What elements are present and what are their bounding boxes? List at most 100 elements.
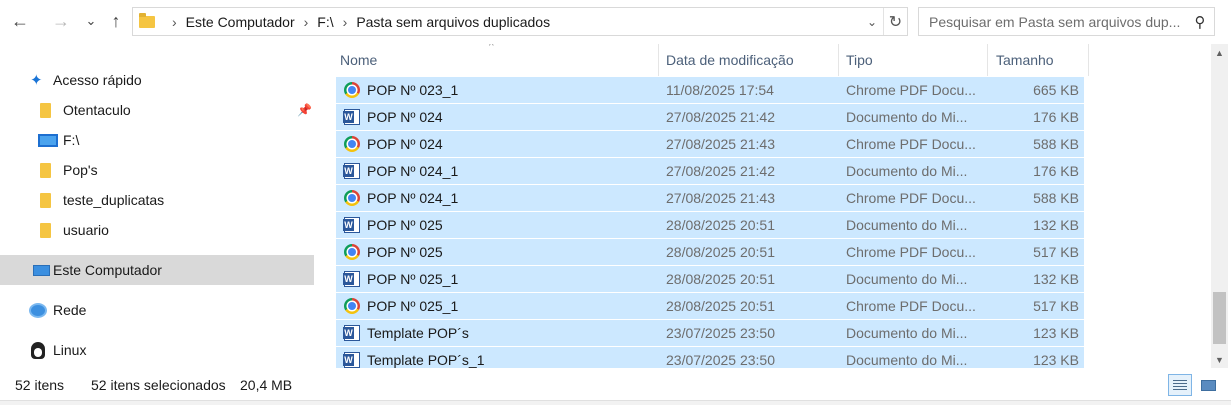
file-date: 28/08/2025 20:51	[666, 244, 775, 260]
column-header-date[interactable]: Data de modificação	[666, 44, 838, 76]
folder-icon	[40, 102, 51, 118]
file-size: 123 KB	[1033, 352, 1079, 368]
file-size: 132 KB	[1033, 271, 1079, 287]
file-row[interactable]: POP Nº 024_1 27/08/2025 21:42 Documento do…	[336, 157, 1084, 184]
large-icons-view-icon	[1200, 379, 1216, 391]
chrome-pdf-icon	[344, 244, 360, 260]
column-divider[interactable]	[1088, 44, 1089, 76]
sidebar-item-otentaculo[interactable]: Otentaculo 📌	[0, 95, 314, 125]
column-header-size[interactable]: Tamanho	[996, 44, 1088, 76]
sidebar-item-acesso-rapido[interactable]: ✦ Acesso rápido	[0, 65, 314, 95]
details-view-button[interactable]	[1168, 374, 1192, 396]
sidebar-item-rede[interactable]: Rede	[0, 295, 314, 325]
large-icons-view-button[interactable]	[1196, 374, 1220, 396]
file-row[interactable]: POP Nº 023_1 11/08/2025 17:54 Chrome PDF D…	[336, 76, 1084, 103]
file-name: POP Nº 025	[367, 217, 443, 233]
file-row[interactable]: POP Nº 025_1 28/08/2025 20:51 Documento do…	[336, 265, 1084, 292]
navigation-pane: ✦ Acesso rápido Otentaculo 📌 F:\ Pop's t…	[0, 44, 314, 368]
file-row[interactable]: POP Nº 025 28/08/2025 20:51 Documento do M…	[336, 211, 1084, 238]
word-doc-icon	[343, 352, 360, 368]
drive-icon	[38, 133, 58, 147]
sidebar-item-label: Rede	[53, 302, 87, 318]
sidebar-item-label: Acesso rápido	[53, 72, 142, 88]
sidebar-item-drive-f[interactable]: F:\	[0, 125, 314, 155]
column-header-type[interactable]: Tipo	[846, 44, 987, 76]
up-arrow-icon[interactable]: ↑	[105, 10, 127, 32]
search-icon[interactable]: ⚲	[1186, 13, 1214, 31]
column-divider[interactable]	[838, 44, 839, 76]
file-date: 11/08/2025 17:54	[666, 82, 774, 98]
column-header-name[interactable]: Nome	[340, 44, 658, 76]
sidebar-item-teste-duplicatas[interactable]: teste_duplicatas	[0, 185, 314, 215]
breadcrumb-este-computador[interactable]: Este Computador	[186, 14, 295, 30]
sidebar-item-este-computador[interactable]: Este Computador	[0, 255, 314, 285]
forward-arrow-icon[interactable]: →	[50, 10, 72, 32]
chrome-pdf-icon	[344, 298, 360, 314]
window-bottom-edge	[0, 400, 1231, 405]
chrome-pdf-icon	[344, 136, 360, 152]
breadcrumb-drive-f[interactable]: F:\	[317, 14, 333, 30]
selection-size: 20,4 MB	[240, 377, 293, 393]
file-name: POP Nº 023_1	[367, 82, 459, 98]
column-divider[interactable]	[658, 44, 659, 76]
file-date: 28/08/2025 20:51	[666, 217, 775, 233]
folder-icon	[40, 222, 51, 238]
item-count: 52 itens	[15, 377, 65, 393]
file-name: POP Nº 025	[367, 244, 443, 260]
file-row[interactable]: POP Nº 024 27/08/2025 21:43 Chrome PDF Doc…	[336, 130, 1084, 157]
file-name: POP Nº 024	[367, 109, 443, 125]
sidebar-item-label: F:\	[63, 132, 80, 148]
folder-icon	[40, 192, 51, 208]
status-bar: 52 itens 52 itens selecionados 20,4 MB	[0, 370, 1231, 400]
network-icon	[29, 302, 47, 318]
file-row[interactable]: POP Nº 024 27/08/2025 21:42 Documento do M…	[336, 103, 1084, 130]
linux-icon	[31, 341, 45, 359]
pin-icon[interactable]: 📌	[297, 103, 312, 117]
file-size: 517 KB	[1033, 244, 1079, 260]
selection-count: 52 itens selecionados	[91, 377, 226, 393]
file-row[interactable]: Template POP´s_1 23/07/2025 23:50 Document…	[336, 346, 1084, 368]
breadcrumb-chevron-icon[interactable]: ›	[343, 14, 348, 30]
file-type: Chrome PDF Docu...	[846, 136, 976, 152]
search-input[interactable]: Pesquisar em Pasta sem arquivos dup...	[919, 14, 1186, 30]
file-name: Template POP´s_1	[367, 352, 485, 368]
word-doc-icon	[343, 271, 360, 287]
file-name: POP Nº 024_1	[367, 190, 459, 206]
breadcrumb-chevron-icon[interactable]: ›	[172, 14, 177, 30]
word-doc-icon	[343, 109, 360, 125]
file-size: 517 KB	[1033, 298, 1079, 314]
file-name: POP Nº 024_1	[367, 163, 459, 179]
file-row[interactable]: POP Nº 025_1 28/08/2025 20:51 Chrome PDF D…	[336, 292, 1084, 319]
file-type: Documento do Mi...	[846, 109, 968, 125]
scroll-up-icon[interactable]: ▲	[1211, 44, 1228, 61]
scroll-down-icon[interactable]: ▼	[1211, 351, 1228, 368]
file-size: 132 KB	[1033, 217, 1079, 233]
sidebar-item-linux[interactable]: Linux	[0, 335, 314, 365]
sidebar-item-label: teste_duplicatas	[63, 192, 165, 208]
address-bar[interactable]: › Este Computador › F:\ › Pasta sem arqu…	[132, 7, 908, 36]
vertical-scrollbar[interactable]: ▲ ▼	[1211, 44, 1228, 368]
file-size: 123 KB	[1033, 325, 1079, 341]
search-box[interactable]: Pesquisar em Pasta sem arquivos dup... ⚲	[918, 7, 1215, 36]
sidebar-item-usuario[interactable]: usuario	[0, 215, 314, 245]
file-size: 176 KB	[1033, 109, 1079, 125]
address-dropdown-icon[interactable]: ⌄	[861, 15, 883, 29]
file-row[interactable]: Template POP´s 23/07/2025 23:50 Documento …	[336, 319, 1084, 346]
file-date: 28/08/2025 20:51	[666, 271, 775, 287]
breadcrumb-chevron-icon[interactable]: ›	[304, 14, 309, 30]
sidebar-item-label: Pop's	[63, 162, 98, 178]
file-size: 588 KB	[1033, 190, 1079, 206]
sidebar-item-pops[interactable]: Pop's	[0, 155, 314, 185]
refresh-icon[interactable]: ↻	[883, 8, 907, 35]
column-divider[interactable]	[987, 44, 988, 76]
file-date: 27/08/2025 21:43	[666, 190, 775, 206]
word-doc-icon	[343, 217, 360, 233]
recent-locations-chevron-icon[interactable]: ⌄	[80, 10, 102, 32]
breadcrumb-current-folder[interactable]: Pasta sem arquivos duplicados	[356, 14, 550, 30]
back-arrow-icon[interactable]: ←	[9, 10, 31, 32]
file-row[interactable]: POP Nº 025 28/08/2025 20:51 Chrome PDF Doc…	[336, 238, 1084, 265]
sidebar-item-label: usuario	[63, 222, 109, 238]
scrollbar-thumb[interactable]	[1213, 292, 1226, 344]
word-doc-icon	[343, 163, 360, 179]
file-row[interactable]: POP Nº 024_1 27/08/2025 21:43 Chrome PDF D…	[336, 184, 1084, 211]
